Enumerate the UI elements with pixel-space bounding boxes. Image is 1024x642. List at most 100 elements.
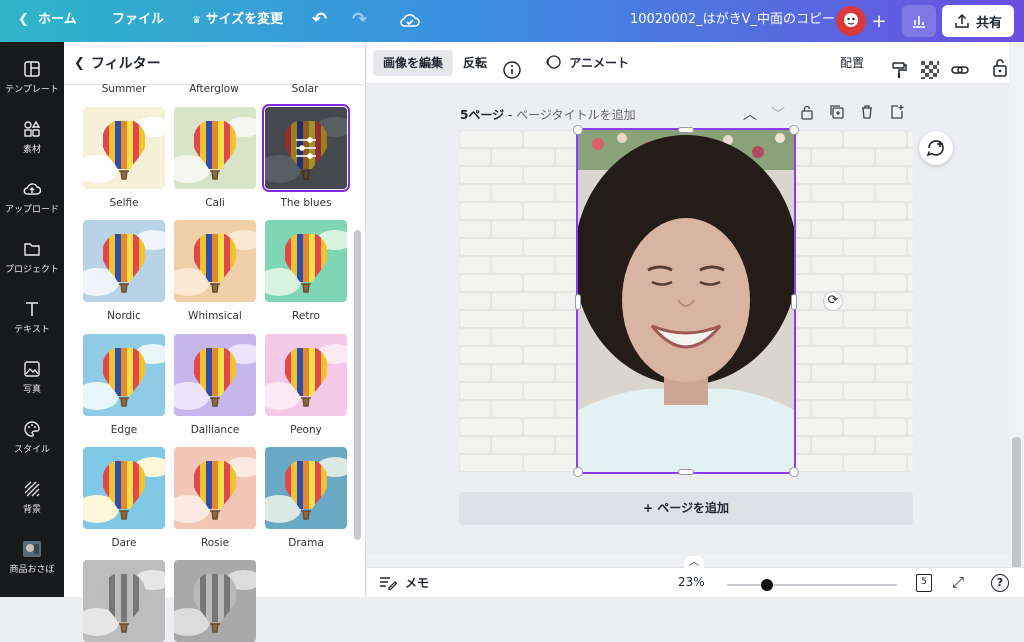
filter-label-summer: Summer [101,83,147,95]
trash-icon[interactable] [859,104,875,120]
resize-button[interactable]: ♛ サイズを変更 [192,0,283,42]
fullscreen-icon[interactable]: ⤢ [952,573,964,591]
file-menu[interactable]: ファイル [112,0,164,42]
animate-button[interactable]: アニメート [545,42,629,84]
filter-tile[interactable] [174,560,256,642]
redo-button[interactable]: ↷ [352,0,367,42]
transparency-icon[interactable] [921,54,939,96]
filter-tile[interactable] [265,447,347,529]
undo-button[interactable]: ↶ [312,0,327,42]
notes-icon [380,576,397,590]
filter-tile[interactable] [174,220,256,302]
filter-label: Peony [290,424,322,436]
add-page-button[interactable]: + ページを追加 [459,492,913,525]
context-toolbar: 画像を編集 反転 アニメート 配置 [367,42,1024,84]
filter-tile[interactable] [262,104,350,192]
filter-tile[interactable] [83,334,165,416]
chart-icon [913,16,925,28]
page-lock-icon[interactable] [799,104,815,120]
side-rail: テンプレート 素材 アップロード プロジェクト テキスト 写真 スタイル 背景 … [0,42,64,597]
filter-tile[interactable] [83,447,165,529]
rail-item-styles[interactable]: スタイル [0,420,64,478]
edit-image-button[interactable]: 画像を編集 [373,50,454,76]
chevron-down-icon[interactable]: ﹀ [771,104,785,124]
page-header: 5ページ - ページタイトルを追加 [460,108,636,122]
filter-label: Selfie [109,197,139,209]
share-button[interactable]: 共有 [942,5,1014,37]
flip-button[interactable]: 反転 [463,42,487,84]
home-button[interactable]: ❮ ホーム [18,0,77,42]
comment-button[interactable] [919,131,953,165]
filter-label: Dare [111,537,137,549]
lock-icon[interactable] [991,53,1009,95]
bottom-bar: メモ 23% 5 ⤢ ? [367,567,1024,597]
filter-tile[interactable] [174,447,256,529]
zoom-slider-knob[interactable] [761,579,773,591]
filter-label: Cali [205,197,225,209]
rail-item-uploads[interactable]: アップロード [0,180,64,238]
upload-icon [23,183,41,195]
panel-scrollbar[interactable] [354,230,361,540]
photo-icon [24,361,40,377]
page-count-button[interactable]: 5 [916,574,932,592]
avatar[interactable] [836,6,866,36]
page-title-input[interactable]: ページタイトルを追加 [516,108,636,122]
palette-icon [24,421,40,437]
filter-label: Edge [110,424,138,436]
elements-icon [24,120,41,137]
rail-item-product[interactable]: 商品おさぼ [0,540,64,598]
folder-icon [24,243,40,256]
filter-tile[interactable] [265,220,347,302]
filter-label: Retro [292,310,320,322]
upload-arrow-icon [955,13,969,28]
filter-label: Rosie [200,537,230,549]
filter-label: Drama [288,537,324,549]
filter-tile[interactable] [174,334,256,416]
filter-tile[interactable] [83,107,165,189]
template-icon [24,61,40,77]
rail-item-background[interactable]: 背景 [0,480,64,538]
filter-panel: ❮ フィルター Summer Afterglow Solar Selfie Ca… [64,42,366,642]
product-icon [23,541,41,557]
filter-label: Nordic [107,310,141,322]
rail-item-elements[interactable]: 素材 [0,120,64,178]
filter-label-solar: Solar [291,83,319,95]
rail-item-templates[interactable]: テンプレート [0,60,64,118]
rail-item-projects[interactable]: プロジェクト [0,240,64,298]
document-title[interactable]: 10020002_はがきV_中面のコピー [630,0,835,42]
design-canvas[interactable] [459,125,913,477]
filter-label: Dalliance [190,424,240,436]
selected-photo[interactable] [574,128,798,474]
insights-button[interactable] [902,5,936,37]
panel-back-button[interactable]: ❮ フィルター [64,42,366,84]
rail-item-photos[interactable]: 写真 [0,360,64,418]
rotate-handle-icon[interactable]: ⟳ [823,291,843,311]
filter-tile[interactable] [83,560,165,642]
animate-icon [546,55,561,69]
canvas-scrollbar[interactable] [1009,42,1024,577]
add-collaborator-button[interactable]: + [866,5,892,37]
cloud-saved-icon[interactable] [400,0,420,42]
filter-tile[interactable] [83,220,165,302]
chevron-up-icon[interactable]: ︿ [743,104,757,124]
link-icon[interactable] [950,54,970,96]
duplicate-page-icon[interactable] [829,104,845,120]
filter-tile[interactable] [265,334,347,416]
add-page-icon[interactable] [889,104,905,120]
notes-button[interactable]: メモ [379,574,429,591]
top-bar: ❮ ホーム ファイル ♛ サイズを変更 ↶ ↷ 10020002_はがきV_中面… [0,0,1024,42]
chevron-up-icon[interactable]: ︿ [684,556,704,570]
zoom-value: 23% [678,575,705,589]
filter-tile[interactable] [174,107,256,189]
info-icon[interactable] [503,54,521,96]
comment-add-icon [926,140,944,157]
filter-label-afterglow: Afterglow [189,83,239,95]
page-number: 5ページ [460,108,505,122]
rail-item-text[interactable]: テキスト [0,300,64,358]
page-actions: ︿ ﹀ [743,104,905,124]
position-button[interactable]: 配置 [840,42,864,84]
help-icon[interactable]: ? [991,574,1009,592]
paint-roller-icon[interactable] [890,54,908,96]
filter-label: Whimsical [188,310,242,322]
zoom-slider[interactable] [727,579,897,591]
